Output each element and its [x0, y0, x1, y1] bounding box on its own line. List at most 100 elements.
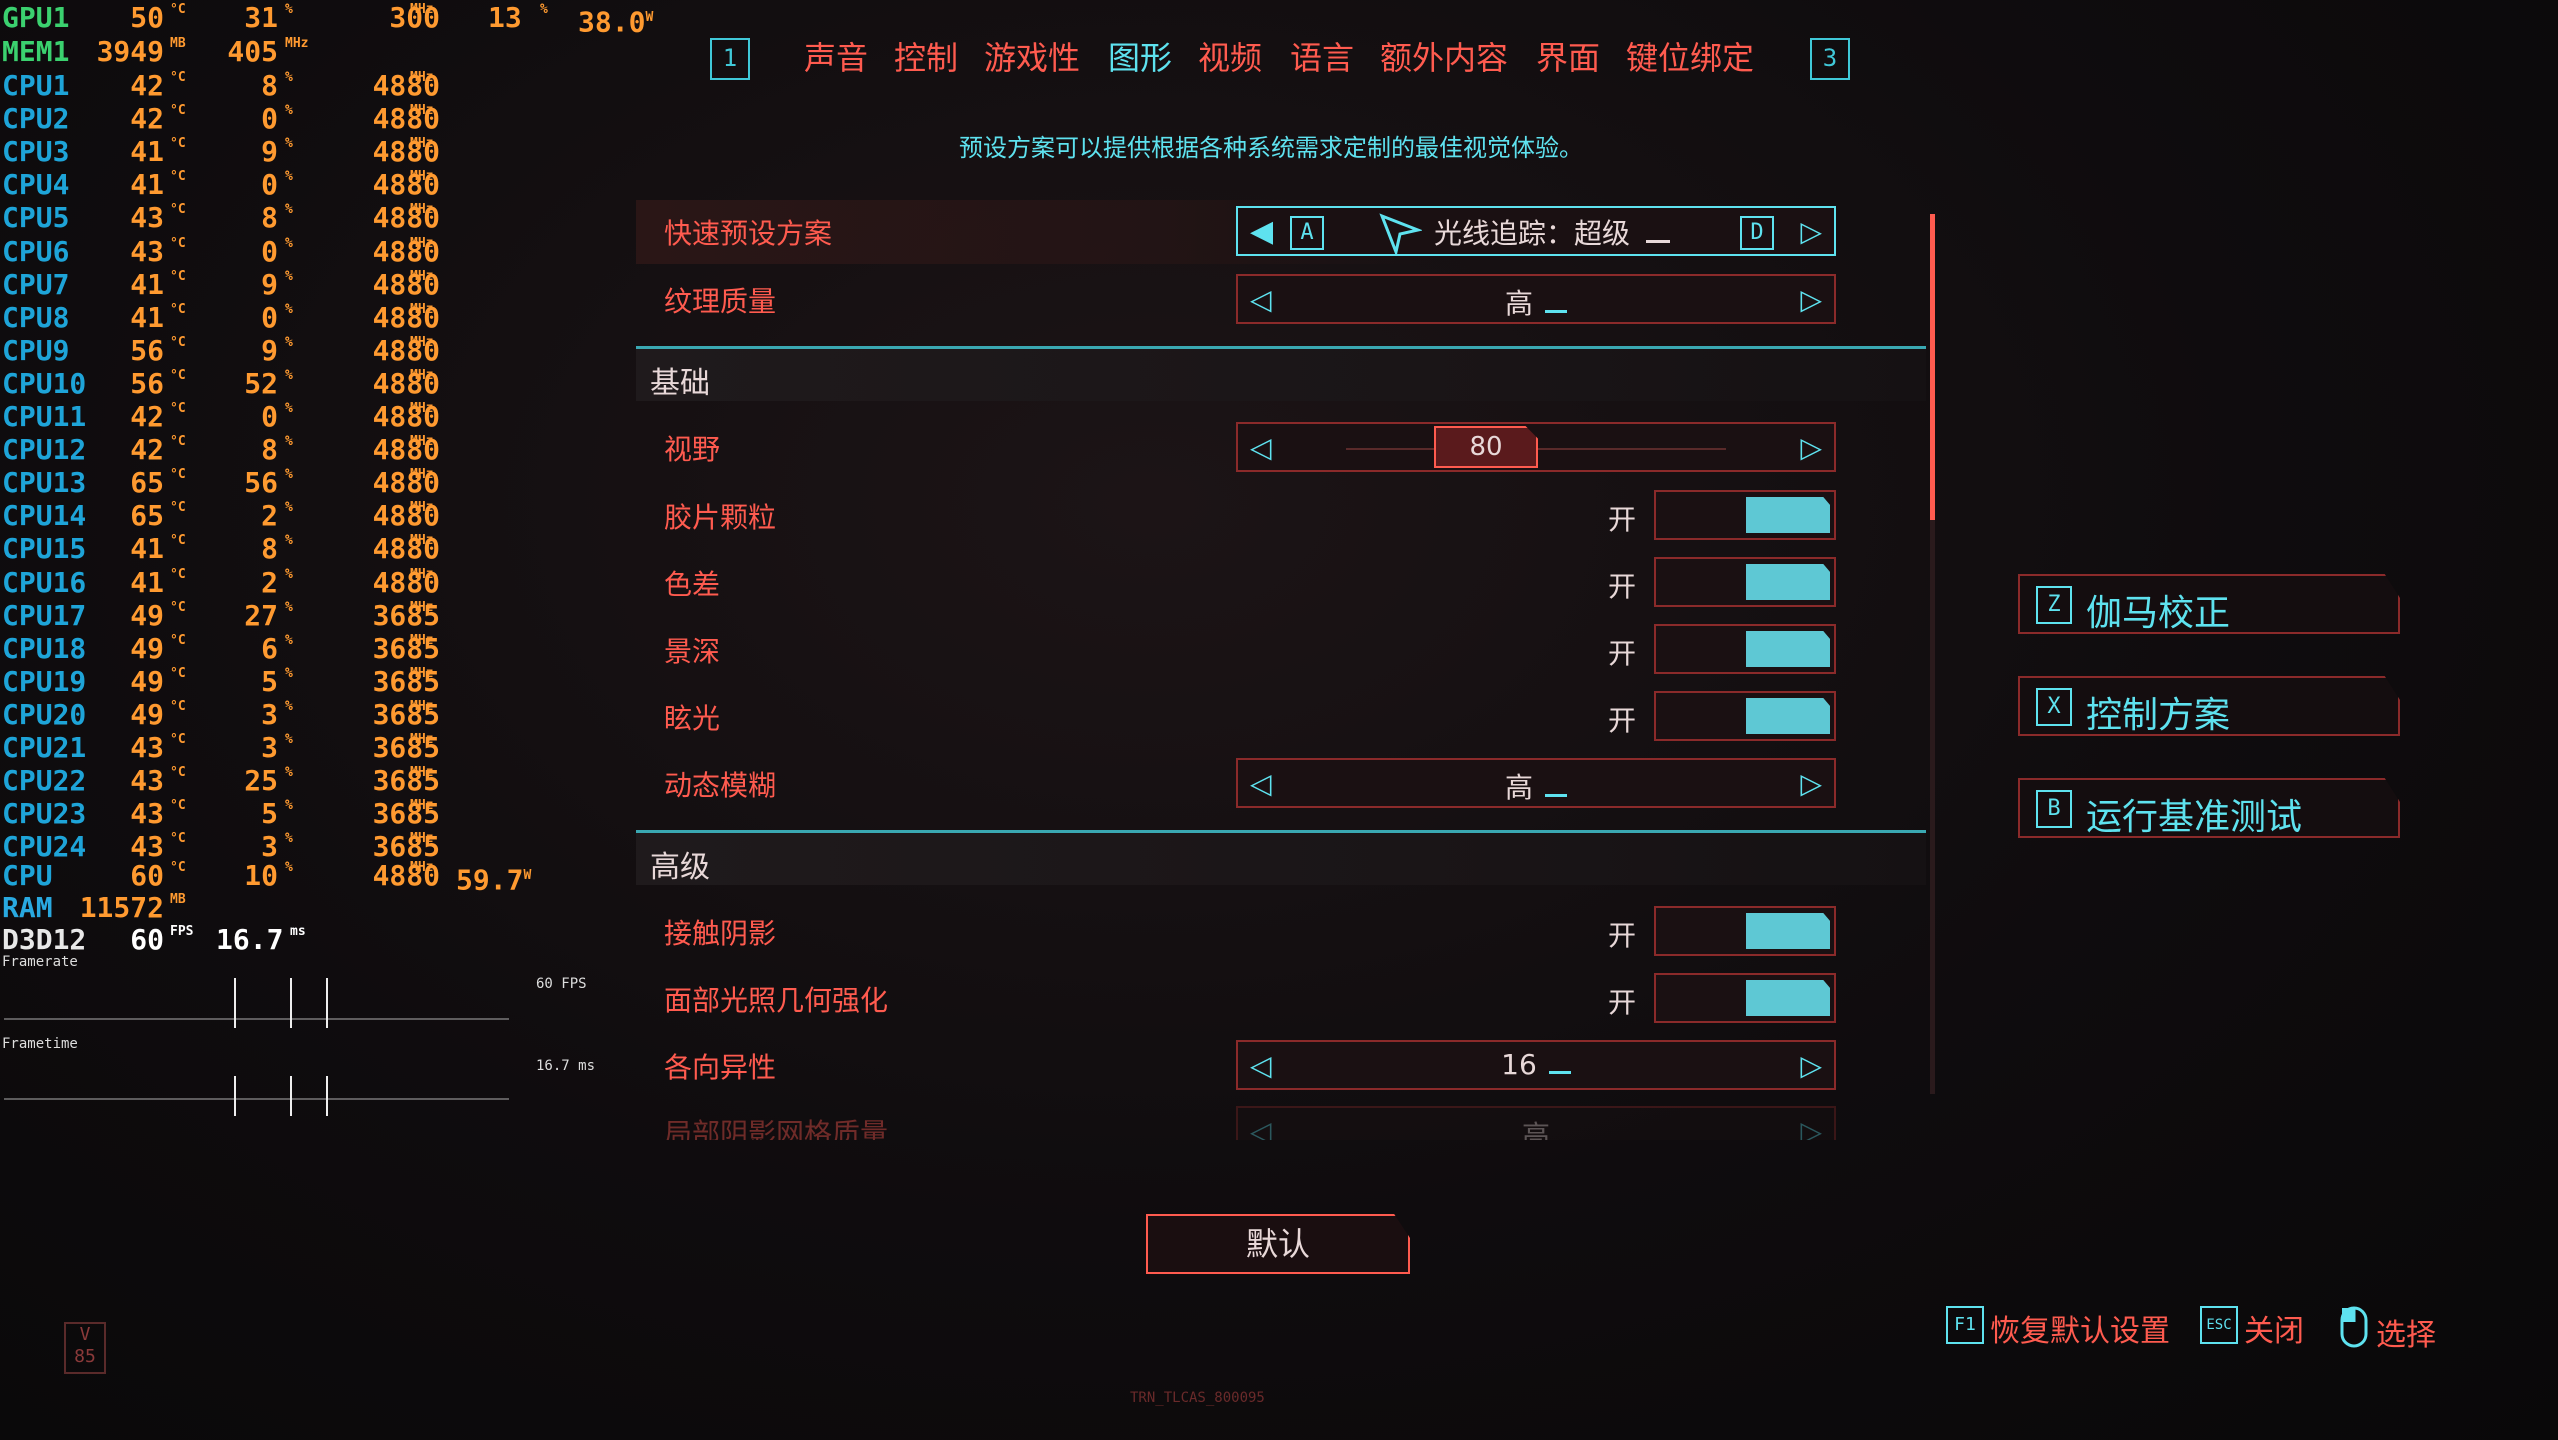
settings-scrollbar[interactable] — [1930, 214, 1935, 1094]
texture-quality-selector[interactable]: ◁ 高 ▷ — [1236, 274, 1836, 324]
osd-value: 5 — [261, 664, 278, 698]
osd-unit: °C — [170, 70, 186, 85]
section-title: 高级 — [650, 850, 710, 885]
osd-value: 10 — [244, 859, 278, 892]
setting-motion-blur[interactable]: 动态模糊 ◁ 高 ▷ — [636, 752, 1926, 816]
key-x-icon: X — [2036, 688, 2072, 726]
osd-value: 6 — [261, 631, 278, 665]
frametime-graph-mark: 16.7 ms — [536, 1058, 596, 1074]
arrow-right-icon[interactable]: ▷ — [1800, 432, 1822, 464]
osd-value: 43 — [130, 201, 164, 235]
setting-contact-shadows[interactable]: 接触阴影 开 — [636, 900, 1926, 964]
tab-extra-content[interactable]: 额外内容 — [1380, 36, 1508, 80]
osd-unit: % — [285, 632, 293, 648]
tab-gameplay[interactable]: 游戏性 — [984, 36, 1080, 80]
control-scheme-button[interactable]: X 控制方案 — [2018, 676, 2400, 736]
tab-keybindings[interactable]: 键位绑定 — [1626, 36, 1754, 80]
footer-code: TRN_TLCAS_800095 — [1130, 1390, 1265, 1406]
osd-label: CPU12 — [2, 433, 87, 467]
osd-cpu-row: CPU11 42 °C 0% 4880 MHz — [0, 401, 600, 433]
osd-value: 65 — [130, 499, 164, 533]
face-lighting-toggle[interactable] — [1654, 973, 1836, 1023]
osd-label: MEM1 — [2, 35, 70, 68]
version-badge: V 85 — [64, 1322, 106, 1374]
osd-value: 60 — [130, 859, 164, 892]
osd-unit: MHz — [410, 798, 434, 814]
osd-cpu-row: CPU13 65 °C 56% 4880 MHz — [0, 467, 600, 499]
tab-sound[interactable]: 声音 — [804, 36, 868, 80]
setting-chromatic-aberration[interactable]: 色差 开 — [636, 551, 1926, 615]
arrow-left-icon[interactable]: ◁ — [1250, 432, 1272, 464]
setting-anisotropy[interactable]: 各向异性 ◁ 16 ▷ — [636, 1034, 1926, 1098]
osd-cpu-row: CPU19 49 °C 5% 3685 MHz — [0, 664, 600, 698]
key-z-icon: Z — [2036, 586, 2072, 624]
osd-unit: % — [285, 434, 293, 450]
osd-unit: °C — [170, 860, 186, 875]
arrow-right-icon[interactable]: ▷ — [1800, 1050, 1822, 1082]
setting-texture-quality[interactable]: 纹理质量 ◁ 高 ▷ — [636, 268, 1926, 332]
tab-language[interactable]: 语言 — [1290, 36, 1354, 80]
setting-local-shadow-mesh[interactable]: 局部阴影网格质量 ◁ 高 ▷ — [636, 1100, 1926, 1140]
motion-blur-selector[interactable]: ◁ 高 ▷ — [1236, 758, 1836, 808]
depth-of-field-toggle[interactable] — [1654, 624, 1836, 674]
arrow-right-icon[interactable]: ▷ — [1800, 284, 1822, 316]
gamma-correction-button[interactable]: Z 伽马校正 — [2018, 574, 2400, 634]
setting-lens-flare[interactable]: 眩光 开 — [636, 685, 1926, 749]
tab-interface[interactable]: 界面 — [1536, 36, 1600, 80]
arrow-right-icon[interactable]: ▷ — [1800, 1116, 1822, 1141]
chromatic-aberration-toggle[interactable] — [1654, 557, 1836, 607]
osd-unit: MHz — [410, 2, 434, 17]
osd-unit: % — [285, 467, 293, 483]
graph-spike — [290, 978, 292, 1028]
osd-unit: °C — [170, 367, 186, 383]
default-button[interactable]: 默认 — [1146, 1214, 1410, 1274]
osd-unit: % — [285, 533, 293, 549]
tab-video[interactable]: 视频 — [1198, 36, 1262, 80]
osd-value: 2 — [261, 499, 278, 533]
preset-selector[interactable]: ◀ A 光线追踪：超级 D ▷ — [1236, 206, 1836, 256]
osd-mem-row: MEM1 3949 MB 405 MHz — [0, 36, 600, 68]
setting-label: 胶片颗粒 — [664, 501, 777, 534]
osd-cpu-row: CPU7 41 °C 9% 4880 MHz — [0, 268, 600, 301]
tab-prev-key[interactable]: 1 — [710, 38, 750, 80]
local-shadow-mesh-selector[interactable]: ◁ 高 ▷ — [1236, 1106, 1836, 1140]
selector-value: 高 — [1521, 1119, 1550, 1140]
osd-value: 3 — [261, 731, 278, 764]
osd-unit: W — [645, 10, 654, 25]
osd-unit: MHz — [410, 566, 434, 582]
osd-cpu-row: CPU6 43 °C 0% 4880 MHz — [0, 235, 600, 268]
osd-cpu-row: CPU15 41 °C 8% 4880 MHz — [0, 533, 600, 565]
arrow-left-icon[interactable]: ◀ — [1250, 216, 1273, 248]
arrow-right-icon[interactable]: ▷ — [1800, 768, 1822, 800]
arrow-right-icon[interactable]: ▷ — [1800, 216, 1822, 248]
osd-value: 42 — [130, 69, 164, 102]
run-benchmark-button[interactable]: B 运行基准测试 — [2018, 778, 2400, 838]
key-b-icon: B — [2036, 790, 2072, 828]
setting-depth-of-field[interactable]: 景深 开 — [636, 618, 1926, 682]
tab-controls[interactable]: 控制 — [894, 36, 958, 80]
setting-film-grain[interactable]: 胶片颗粒 开 — [636, 484, 1926, 548]
lens-flare-toggle[interactable] — [1654, 691, 1836, 741]
tab-next-key[interactable]: 3 — [1810, 38, 1850, 80]
osd-unit: % — [285, 798, 293, 814]
osd-label: CPU11 — [2, 400, 87, 433]
setting-preset[interactable]: 快速预设方案 ◀ A 光线追踪：超级 D ▷ — [636, 200, 1926, 264]
osd-cpu-row: CPU9 56 °C 9% 4880 MHz — [0, 334, 600, 367]
osd-unit: % — [285, 70, 293, 85]
slider-thumb[interactable]: 80 — [1434, 426, 1538, 468]
setting-label: 各向异性 — [664, 1051, 777, 1084]
osd-unit: MHz — [410, 599, 434, 615]
osd-cpu-total-row: CPU 60 °C 10 % 4880 MHz 59.7W — [0, 859, 600, 896]
osd-unit: MHz — [410, 698, 434, 714]
setting-face-lighting[interactable]: 面部光照几何强化 开 — [636, 967, 1926, 1031]
osd-value: 13 — [488, 1, 522, 34]
fov-slider[interactable]: ◁ 80 ▷ — [1236, 422, 1836, 472]
tab-graphics[interactable]: 图形 — [1108, 36, 1172, 80]
contact-shadows-toggle[interactable] — [1654, 906, 1836, 956]
film-grain-toggle[interactable] — [1654, 490, 1836, 540]
osd-cpu-row: CPU24 43 °C 3% 3685 MHz — [0, 831, 600, 863]
setting-fov[interactable]: 视野 ◁ 80 ▷ — [636, 416, 1926, 480]
scrollbar-thumb[interactable] — [1930, 214, 1935, 520]
anisotropy-selector[interactable]: ◁ 16 ▷ — [1236, 1040, 1836, 1090]
preset-value: 光线追踪：超级 — [1434, 212, 1671, 252]
